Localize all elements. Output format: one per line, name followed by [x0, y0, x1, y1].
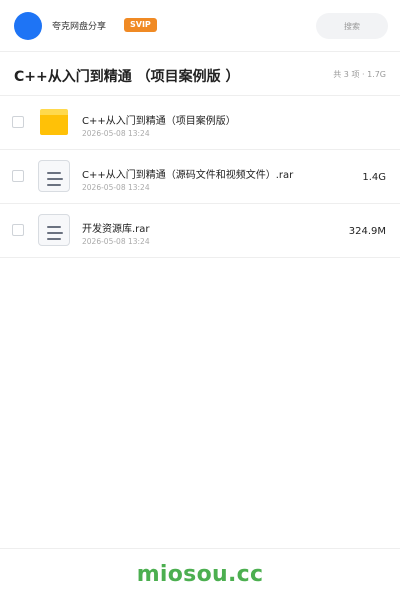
file-name[interactable]: C++从入门到精通（项目案例版） [82, 112, 236, 127]
top-bar: 夸克网盘分享 SVIP 搜索 [0, 0, 400, 52]
file-summary: 共 3 项 · 1.7G [333, 70, 386, 79]
file-date: 2026-05-08 13:24 [82, 129, 150, 138]
avatar[interactable] [14, 12, 42, 40]
file-size: 324.9M [348, 226, 386, 237]
search-input[interactable]: 搜索 [316, 13, 388, 39]
app-name: 夸克网盘分享 [52, 22, 107, 32]
file-date: 2026-05-08 13:24 [82, 183, 150, 192]
file-list: C++从入门到精通（项目案例版） 2026-05-08 13:24 C++从入门… [0, 96, 400, 258]
file-row[interactable]: 开发资源库.rar 2026-05-08 13:24 324.9M [0, 204, 400, 258]
footer: miosou.cc [0, 548, 400, 600]
row-checkbox[interactable] [12, 170, 24, 182]
file-row[interactable]: C++从入门到精通（源码文件和视频文件）.rar 2026-05-08 13:2… [0, 150, 400, 204]
svip-badge: SVIP [124, 18, 157, 32]
page-title: C++从入门到精通 （项目案例版 ） [14, 69, 240, 85]
row-checkbox[interactable] [12, 224, 24, 236]
file-name[interactable]: 开发资源库.rar [82, 220, 150, 235]
document-icon [38, 214, 70, 246]
site-watermark: miosou.cc [136, 562, 264, 587]
folder-icon [40, 109, 68, 135]
row-checkbox[interactable] [12, 116, 24, 128]
file-size: 1.4G [362, 172, 386, 183]
file-row[interactable]: C++从入门到精通（项目案例版） 2026-05-08 13:24 [0, 96, 400, 150]
folder-header: C++从入门到精通 （项目案例版 ） 共 3 项 · 1.7G [0, 52, 400, 96]
document-icon [38, 160, 70, 192]
file-date: 2026-05-08 13:24 [82, 237, 150, 246]
file-name[interactable]: C++从入门到精通（源码文件和视频文件）.rar [82, 166, 293, 181]
